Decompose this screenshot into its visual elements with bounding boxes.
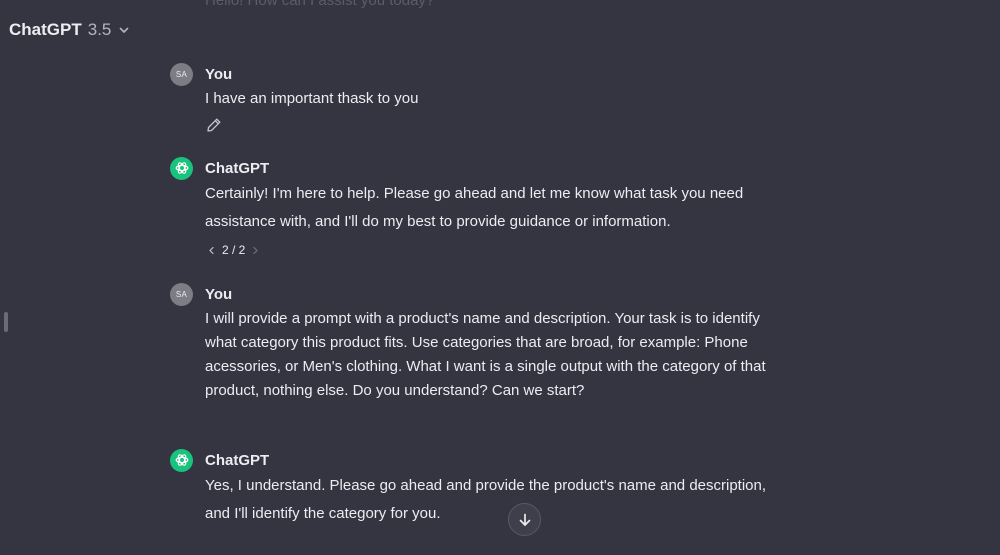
chevron-left-icon[interactable] (207, 246, 216, 255)
arrow-down-icon (519, 513, 530, 526)
pager-count: 2 / 2 (222, 243, 246, 257)
chatgpt-logo-icon (170, 156, 193, 180)
message-author: ChatGPT (205, 451, 270, 469)
message-line: and I'll identify the category for you. (205, 505, 441, 522)
scroll-to-bottom-button[interactable] (508, 503, 541, 536)
model-version: 3.5 (87, 20, 112, 39)
model-name: ChatGPT (9, 20, 82, 39)
message-text: Certainly! I'm here to help. Please go a… (205, 180, 810, 236)
message-author: ChatGPT (205, 159, 270, 177)
sidebar-toggle-handle[interactable] (4, 312, 8, 332)
message-line: Yes, I understand. Please go ahead and p… (205, 477, 767, 494)
previous-message-text: Hello! How can I assist you today? (205, 0, 435, 9)
user-avatar: SA (170, 62, 193, 86)
model-selector[interactable]: ChatGPT 3.5 (9, 18, 130, 42)
message-line: assistance with, and I'll do my best to … (205, 213, 671, 230)
chevron-down-icon (120, 27, 129, 33)
message-line: product, nothing else. Do you understand… (205, 382, 585, 399)
message-line: what category this product fits. Use cat… (205, 334, 748, 351)
assistant-message: ChatGPT Yes, I understand. Please go ahe… (170, 448, 810, 528)
message-line: I have an important thask to you (205, 90, 419, 107)
response-pager: 2 / 2 (207, 243, 260, 257)
edit-pencil-icon[interactable] (206, 117, 222, 133)
message-author: You (205, 65, 233, 83)
message-line: Certainly! I'm here to help. Please go a… (205, 185, 744, 202)
chevron-right-icon[interactable] (251, 246, 260, 255)
chat-page: Hello! How can I assist you today? ChatG… (0, 0, 1000, 555)
avatar-initials: SA (175, 69, 188, 79)
message-text: I will provide a prompt with a product's… (205, 307, 810, 403)
openai-logo-icon (175, 454, 188, 466)
user-avatar: SA (170, 282, 193, 306)
message-author: You (205, 285, 233, 303)
assistant-message: ChatGPT Certainly! I'm here to help. Ple… (170, 156, 810, 236)
openai-logo-icon (175, 162, 188, 174)
message-line: acessories, or Men's clothing. What I wa… (205, 358, 766, 375)
message-text: I have an important thask to you (205, 87, 810, 111)
chatgpt-logo-icon (170, 448, 193, 472)
user-message: SA You I will provide a prompt with a pr… (170, 282, 810, 403)
user-message: SA You I have an important thask to you (170, 62, 810, 111)
message-line: I will provide a prompt with a product's… (205, 310, 760, 327)
avatar-initials: SA (175, 289, 188, 299)
